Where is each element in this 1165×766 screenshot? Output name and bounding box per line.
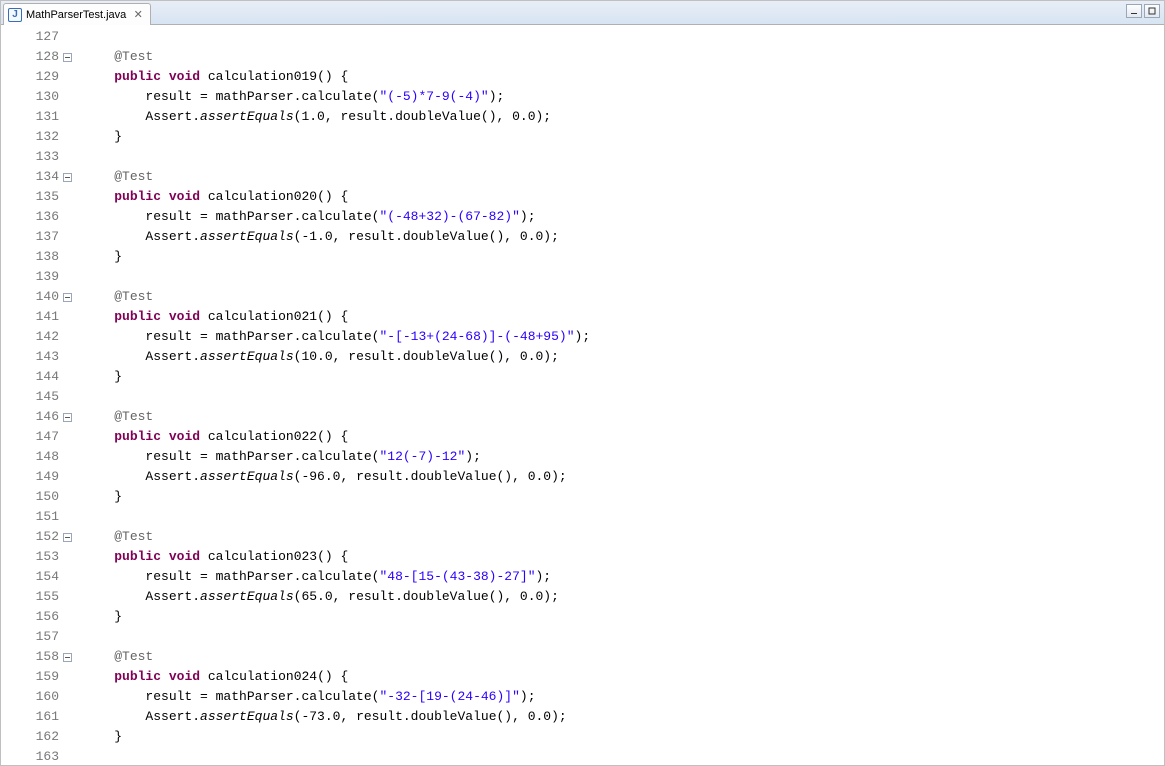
line-number: 143: [1, 347, 63, 367]
line-number: 154: [1, 567, 63, 587]
code-line[interactable]: Assert.assertEquals(10.0, result.doubleV…: [83, 347, 1164, 367]
code-line[interactable]: @Test: [83, 287, 1164, 307]
line-number: 160: [1, 687, 63, 707]
line-number: 153: [1, 547, 63, 567]
line-number: 159: [1, 667, 63, 687]
line-number: 162: [1, 727, 63, 747]
fold-toggle-icon[interactable]: [63, 293, 72, 302]
code-line[interactable]: public void calculation023() {: [83, 547, 1164, 567]
code-line[interactable]: Assert.assertEquals(65.0, result.doubleV…: [83, 587, 1164, 607]
code-line[interactable]: @Test: [83, 647, 1164, 667]
code-line[interactable]: [83, 627, 1164, 647]
code-line[interactable]: result = mathParser.calculate("48-[15-(4…: [83, 567, 1164, 587]
code-line[interactable]: result = mathParser.calculate("12(-7)-12…: [83, 447, 1164, 467]
fold-toggle-icon[interactable]: [63, 53, 72, 62]
code-line[interactable]: Assert.assertEquals(-1.0, result.doubleV…: [83, 227, 1164, 247]
code-line[interactable]: result = mathParser.calculate("-32-[19-(…: [83, 687, 1164, 707]
line-number: 138: [1, 247, 63, 267]
line-number: 136: [1, 207, 63, 227]
code-line[interactable]: [83, 387, 1164, 407]
panel-controls: [1126, 4, 1160, 18]
fold-toggle-icon[interactable]: [63, 173, 72, 182]
line-number: 128: [1, 47, 63, 67]
maximize-button[interactable]: [1144, 4, 1160, 18]
code-line[interactable]: @Test: [83, 47, 1164, 67]
code-line[interactable]: public void calculation022() {: [83, 427, 1164, 447]
editor-window: J MathParserTest.java ✕ 1271281291301311…: [0, 0, 1165, 766]
code-line[interactable]: public void calculation024() {: [83, 667, 1164, 687]
code-line[interactable]: [83, 27, 1164, 47]
code-line[interactable]: }: [83, 367, 1164, 387]
line-number: 134: [1, 167, 63, 187]
code-line[interactable]: }: [83, 487, 1164, 507]
line-number: 127: [1, 27, 63, 47]
line-number: 141: [1, 307, 63, 327]
code-area[interactable]: @Test public void calculation019() { res…: [77, 25, 1164, 765]
fold-toggle-icon[interactable]: [63, 533, 72, 542]
code-line[interactable]: }: [83, 247, 1164, 267]
code-line[interactable]: result = mathParser.calculate("(-48+32)-…: [83, 207, 1164, 227]
code-line[interactable]: [83, 147, 1164, 167]
code-line[interactable]: [83, 747, 1164, 765]
line-number: 145: [1, 387, 63, 407]
line-number: 161: [1, 707, 63, 727]
code-line[interactable]: Assert.assertEquals(-73.0, result.double…: [83, 707, 1164, 727]
line-number: 132: [1, 127, 63, 147]
close-icon[interactable]: ✕: [132, 9, 144, 21]
code-line[interactable]: Assert.assertEquals(1.0, result.doubleVa…: [83, 107, 1164, 127]
code-line[interactable]: [83, 267, 1164, 287]
line-number-gutter: 1271281291301311321331341351361371381391…: [1, 25, 65, 765]
line-number: 135: [1, 187, 63, 207]
line-number: 150: [1, 487, 63, 507]
tab-label: MathParserTest.java: [26, 9, 126, 21]
code-line[interactable]: Assert.assertEquals(-96.0, result.double…: [83, 467, 1164, 487]
line-number: 146: [1, 407, 63, 427]
code-line[interactable]: }: [83, 607, 1164, 627]
line-number: 144: [1, 367, 63, 387]
line-number: 142: [1, 327, 63, 347]
java-file-icon: J: [8, 8, 22, 22]
editor-area[interactable]: 1271281291301311321331341351361371381391…: [1, 25, 1164, 765]
line-number: 140: [1, 287, 63, 307]
line-number: 152: [1, 527, 63, 547]
line-number: 133: [1, 147, 63, 167]
line-number: 163: [1, 747, 63, 765]
tab-mathparsertest[interactable]: J MathParserTest.java ✕: [3, 3, 151, 25]
code-line[interactable]: @Test: [83, 407, 1164, 427]
code-line[interactable]: result = mathParser.calculate("(-5)*7-9(…: [83, 87, 1164, 107]
line-number: 157: [1, 627, 63, 647]
code-line[interactable]: @Test: [83, 167, 1164, 187]
fold-toggle-icon[interactable]: [63, 413, 72, 422]
code-line[interactable]: @Test: [83, 527, 1164, 547]
tab-bar: J MathParserTest.java ✕: [1, 1, 1164, 25]
code-line[interactable]: public void calculation019() {: [83, 67, 1164, 87]
line-number: 137: [1, 227, 63, 247]
code-line[interactable]: }: [83, 727, 1164, 747]
line-number: 155: [1, 587, 63, 607]
line-number: 156: [1, 607, 63, 627]
line-number: 139: [1, 267, 63, 287]
line-number: 130: [1, 87, 63, 107]
code-line[interactable]: [83, 507, 1164, 527]
line-number: 148: [1, 447, 63, 467]
line-number: 158: [1, 647, 63, 667]
code-line[interactable]: }: [83, 127, 1164, 147]
line-number: 151: [1, 507, 63, 527]
line-number: 149: [1, 467, 63, 487]
line-number: 147: [1, 427, 63, 447]
line-number: 131: [1, 107, 63, 127]
code-line[interactable]: result = mathParser.calculate("-[-13+(24…: [83, 327, 1164, 347]
code-line[interactable]: public void calculation021() {: [83, 307, 1164, 327]
fold-toggle-icon[interactable]: [63, 653, 72, 662]
code-line[interactable]: public void calculation020() {: [83, 187, 1164, 207]
line-number: 129: [1, 67, 63, 87]
minimize-button[interactable]: [1126, 4, 1142, 18]
